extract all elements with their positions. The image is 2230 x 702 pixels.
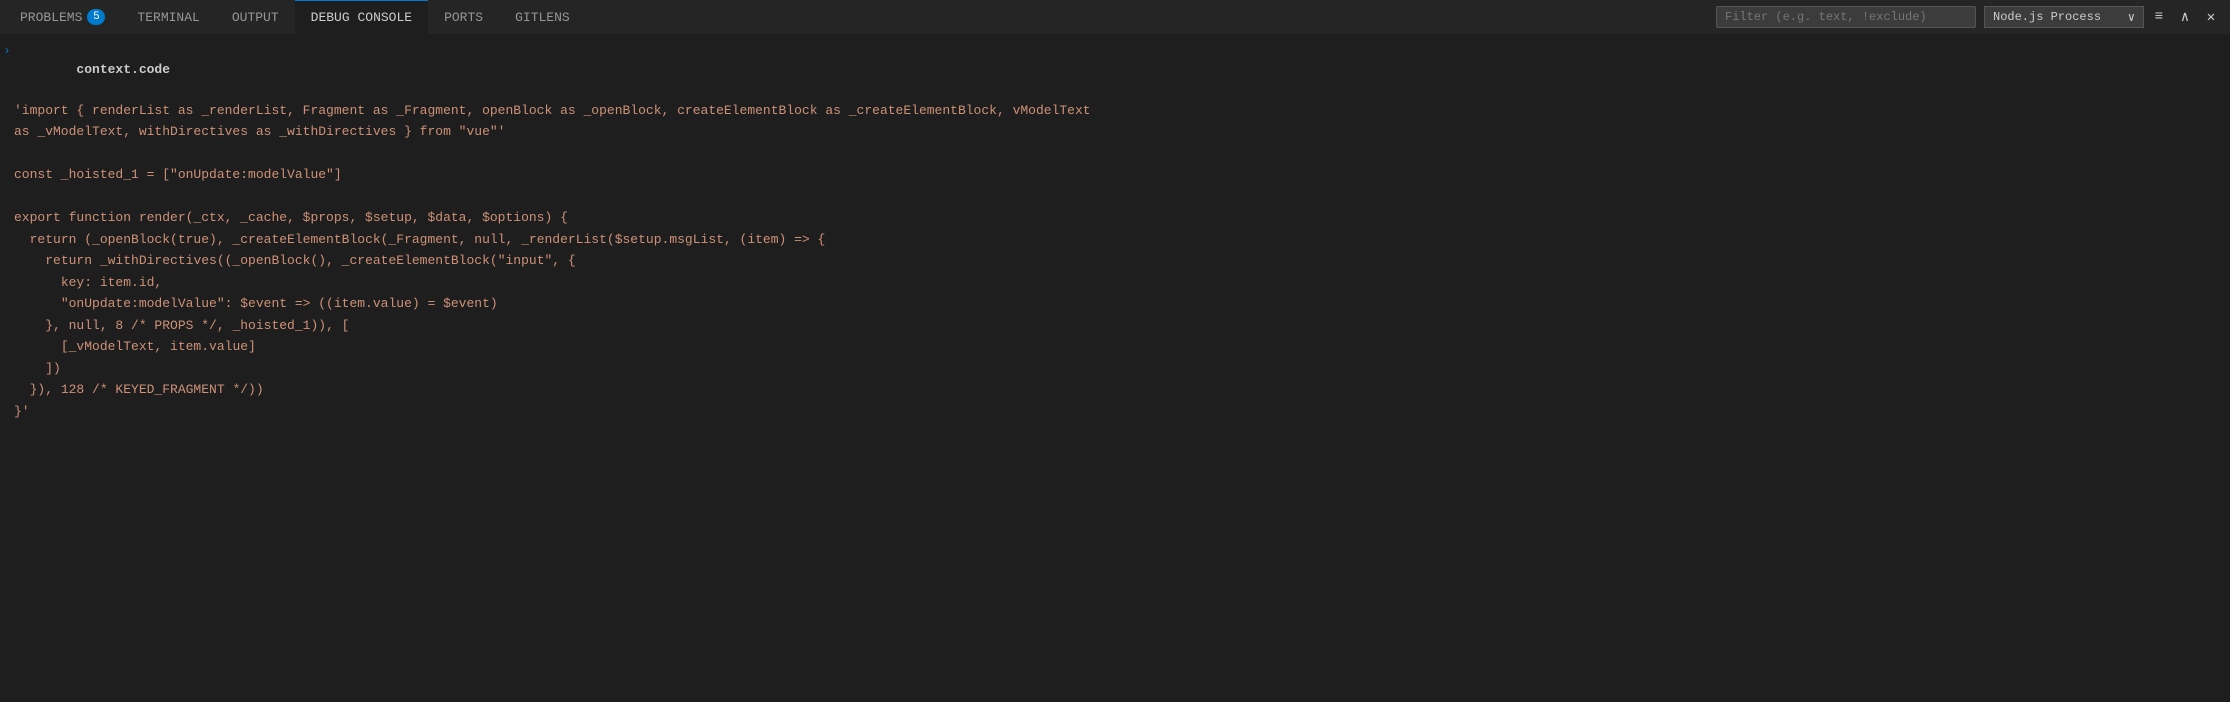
line-indent-13 bbox=[0, 402, 14, 404]
code-text-6: return _withDirectives((_openBlock(), _c… bbox=[14, 251, 2230, 271]
code-line-9: }, null, 8 /* PROPS */, _hoisted_1)), [ bbox=[0, 315, 2230, 337]
line-indent-1 bbox=[0, 101, 14, 103]
code-line-8: "onUpdate:modelValue": $event => ((item.… bbox=[0, 293, 2230, 315]
line-indent-5 bbox=[0, 230, 14, 232]
tab-debug-console-label: DEBUG CONSOLE bbox=[311, 10, 412, 25]
tab-output-label: OUTPUT bbox=[232, 10, 279, 25]
line-indent-blank-1 bbox=[0, 144, 14, 146]
toolbar-icons: ≡ ∧ ✕ bbox=[2148, 6, 2222, 28]
code-line-7: key: item.id, bbox=[0, 272, 2230, 294]
line-indent-2 bbox=[0, 122, 14, 124]
code-text-8: "onUpdate:modelValue": $event => ((item.… bbox=[14, 294, 2230, 314]
tab-terminal[interactable]: TERMINAL bbox=[121, 0, 215, 35]
tab-terminal-label: TERMINAL bbox=[137, 10, 199, 25]
context-code-label: context.code bbox=[76, 62, 170, 77]
tab-problems[interactable]: PROBLEMS 5 bbox=[4, 0, 121, 35]
code-text-10: [_vModelText, item.value] bbox=[14, 337, 2230, 357]
list-icon[interactable]: ≡ bbox=[2148, 6, 2170, 28]
collapse-icon[interactable]: ∧ bbox=[2174, 6, 2196, 28]
line-indent-7 bbox=[0, 273, 14, 275]
context-line: › context.code bbox=[0, 39, 2230, 100]
code-line-2: as _vModelText, withDirectives as _withD… bbox=[0, 121, 2230, 143]
code-line-6: return _withDirectives((_openBlock(), _c… bbox=[0, 250, 2230, 272]
line-indent-4 bbox=[0, 208, 14, 210]
code-text-2: as _vModelText, withDirectives as _withD… bbox=[14, 122, 2230, 142]
tab-ports-label: PORTS bbox=[444, 10, 483, 25]
close-icon[interactable]: ✕ bbox=[2200, 6, 2222, 28]
tab-bar: PROBLEMS 5 TERMINAL OUTPUT DEBUG CONSOLE… bbox=[0, 0, 2230, 35]
line-indent-3 bbox=[0, 165, 14, 167]
context-label: context.code bbox=[14, 40, 2230, 99]
code-text-7: key: item.id, bbox=[14, 273, 2230, 293]
code-blank-2 bbox=[14, 187, 2230, 207]
chevron-down-icon: ∨ bbox=[2128, 10, 2135, 25]
line-indent-9 bbox=[0, 316, 14, 318]
tab-gitlens-label: GITLENS bbox=[515, 10, 570, 25]
code-line-blank-1 bbox=[0, 143, 2230, 165]
line-indent-10 bbox=[0, 337, 14, 339]
tab-problems-label: PROBLEMS bbox=[20, 10, 82, 25]
line-indent-11 bbox=[0, 359, 14, 361]
code-line-12: }), 128 /* KEYED_FRAGMENT */)) bbox=[0, 379, 2230, 401]
code-text-12: }), 128 /* KEYED_FRAGMENT */)) bbox=[14, 380, 2230, 400]
process-selector-label: Node.js Process bbox=[1993, 10, 2122, 24]
panel-container: PROBLEMS 5 TERMINAL OUTPUT DEBUG CONSOLE… bbox=[0, 0, 2230, 702]
code-text-1: 'import { renderList as _renderList, Fra… bbox=[14, 101, 2230, 121]
problems-badge: 5 bbox=[87, 9, 105, 25]
code-line-13: }' bbox=[0, 401, 2230, 423]
code-line-3: const _hoisted_1 = ["onUpdate:modelValue… bbox=[0, 164, 2230, 186]
code-line-11: ]) bbox=[0, 358, 2230, 380]
tab-ports[interactable]: PORTS bbox=[428, 0, 499, 35]
console-content: › context.code 'import { renderList as _… bbox=[0, 35, 2230, 702]
line-indent-blank-2 bbox=[0, 187, 14, 189]
line-indent-12 bbox=[0, 380, 14, 382]
filter-input[interactable] bbox=[1725, 10, 1967, 24]
tab-output[interactable]: OUTPUT bbox=[216, 0, 295, 35]
code-text-3: const _hoisted_1 = ["onUpdate:modelValue… bbox=[14, 165, 2230, 185]
code-text-5: return (_openBlock(true), _createElement… bbox=[14, 230, 2230, 250]
process-selector[interactable]: Node.js Process ∨ bbox=[1984, 6, 2144, 28]
tab-gitlens[interactable]: GITLENS bbox=[499, 0, 586, 35]
line-indent-6 bbox=[0, 251, 14, 253]
filter-input-container[interactable] bbox=[1716, 6, 1976, 28]
code-text-4: export function render(_ctx, _cache, $pr… bbox=[14, 208, 2230, 228]
code-blank-1 bbox=[14, 144, 2230, 164]
code-line-5: return (_openBlock(true), _createElement… bbox=[0, 229, 2230, 251]
tab-debug-console[interactable]: DEBUG CONSOLE bbox=[295, 0, 428, 35]
code-text-13: }' bbox=[14, 402, 2230, 422]
arrow-indicator: › bbox=[0, 40, 14, 60]
code-line-blank-2 bbox=[0, 186, 2230, 208]
code-text-11: ]) bbox=[14, 359, 2230, 379]
line-indent-8 bbox=[0, 294, 14, 296]
code-line-1: 'import { renderList as _renderList, Fra… bbox=[0, 100, 2230, 122]
code-text-9: }, null, 8 /* PROPS */, _hoisted_1)), [ bbox=[14, 316, 2230, 336]
code-line-10: [_vModelText, item.value] bbox=[0, 336, 2230, 358]
code-line-4: export function render(_ctx, _cache, $pr… bbox=[0, 207, 2230, 229]
